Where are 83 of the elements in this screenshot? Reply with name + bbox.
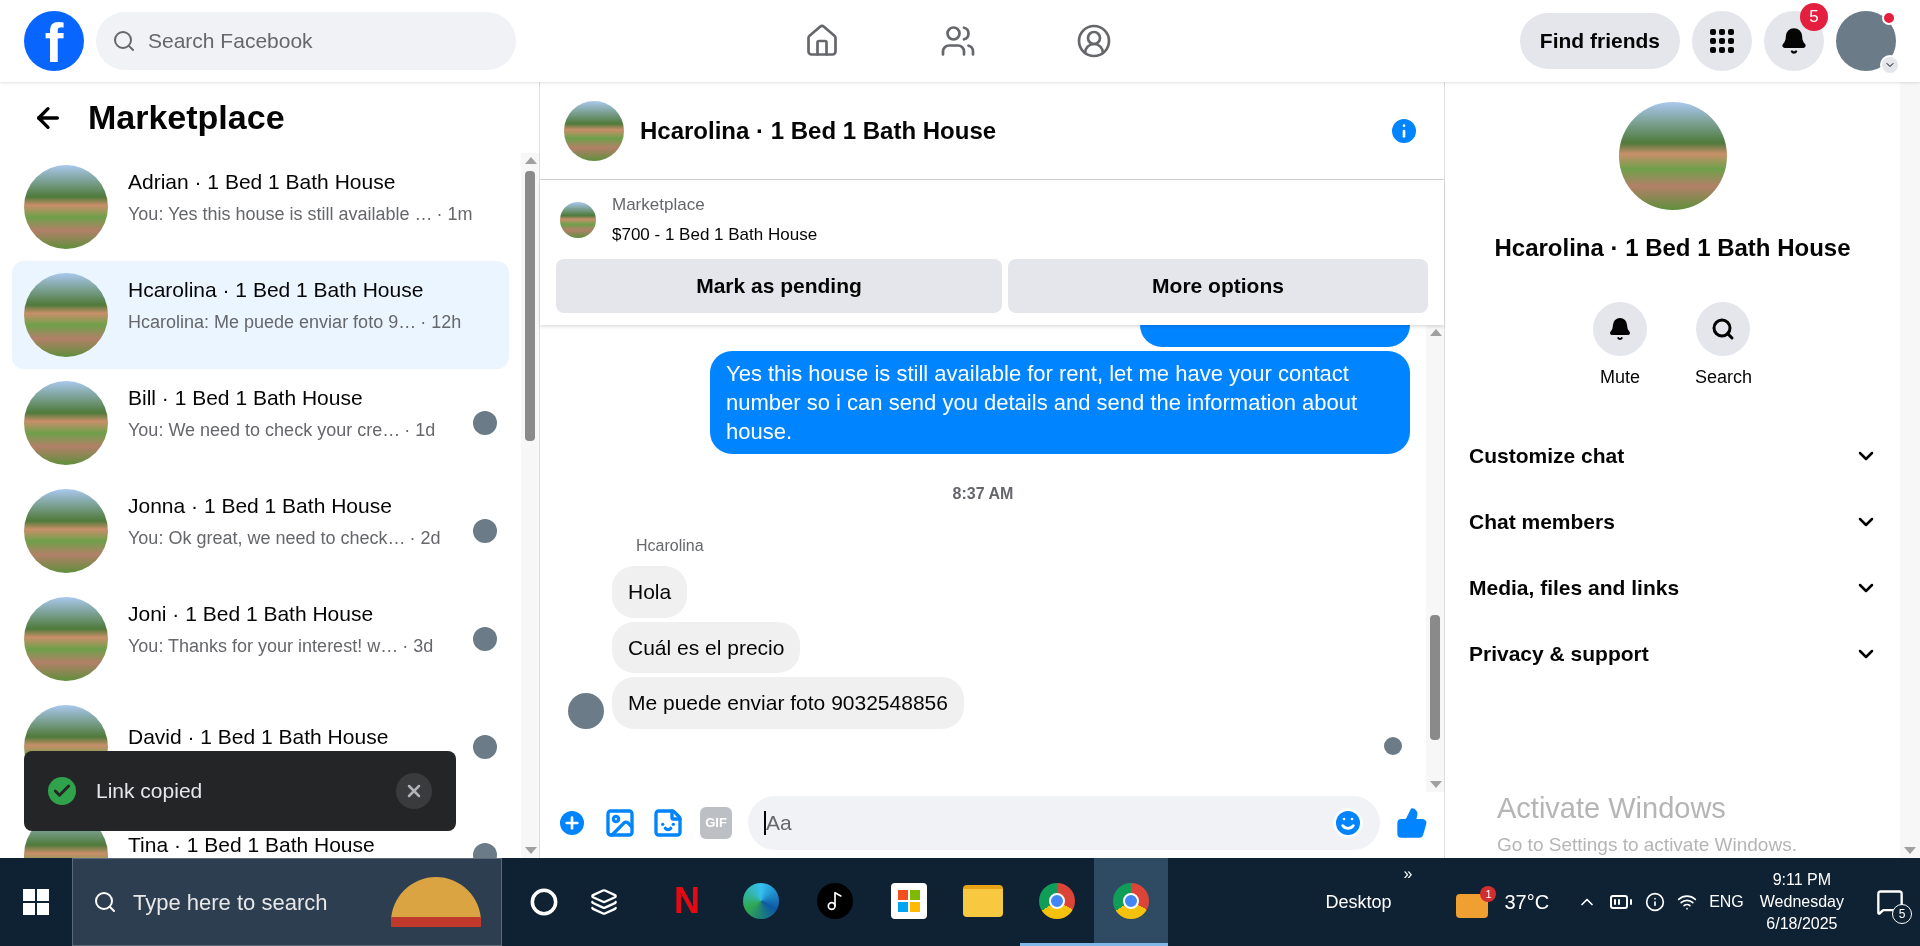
profile-avatar: [1836, 11, 1896, 71]
chat-bubble-icon: [1876, 888, 1904, 916]
task-view-icon[interactable]: [590, 888, 618, 916]
message-time: · 12h: [420, 311, 462, 335]
message-bubble: Me puede enviar foto 9032548856: [612, 677, 964, 729]
store-app-icon[interactable]: [891, 882, 927, 919]
chat-title: Hcarolina · 1 Bed 1 Bath House: [640, 115, 998, 146]
close-button[interactable]: [396, 773, 432, 809]
sticker-icon[interactable]: [652, 807, 684, 839]
caret-icon[interactable]: [1880, 55, 1900, 75]
windows-logo-icon: [23, 889, 49, 915]
taskbar-search-field[interactable]: Type here to search: [72, 858, 502, 946]
edge-app-icon[interactable]: [743, 882, 779, 919]
message-bubble: Hola: [612, 566, 688, 618]
sender-name: Hcarolina: [636, 536, 705, 556]
find-friends-button[interactable]: Find friends: [1519, 13, 1680, 69]
conversation-item[interactable]: Hcarolina · 1 Bed 1 Bath House Hcarolina: Me puede enviar foto 9… · 12h: [12, 261, 509, 369]
search-field[interactable]: Search Facebook: [96, 12, 516, 70]
chat-name: Hcarolina · 1 Bed 1 Bath House: [1494, 233, 1851, 263]
listing-thumbnail: [560, 201, 596, 238]
timestamp: 8:37 AM: [952, 484, 1014, 504]
seen-avatar: [1384, 736, 1402, 755]
chrome-app-icon[interactable]: [1039, 882, 1075, 919]
bell-icon: [1607, 317, 1632, 341]
activation-title: Activate Windows: [1497, 791, 1727, 826]
conversation-title: Jonna · 1 Bed 1 Bath House: [128, 492, 393, 519]
language-indicator[interactable]: ENG: [1709, 890, 1744, 914]
message-time: · 2d: [409, 527, 441, 551]
accordion-item[interactable]: Customize chat: [1445, 423, 1900, 489]
message-time: · 3d: [402, 635, 434, 659]
notification-center-button[interactable]: 5: [1868, 880, 1912, 924]
emoji-icon[interactable]: [1332, 807, 1364, 839]
conversation-title: David · 1 Bed 1 Bath House: [128, 724, 390, 751]
conversation-title: Joni · 1 Bed 1 Bath House: [128, 600, 375, 627]
scrollbar[interactable]: [1900, 82, 1920, 858]
message-preview: Hcarolina: Me puede enviar foto 9…: [128, 311, 417, 335]
message-input[interactable]: Aa: [748, 796, 1380, 850]
menu-button[interactable]: [1692, 11, 1752, 71]
listing-action-button[interactable]: Mark as pending: [556, 259, 1002, 313]
search-icon: [93, 890, 117, 914]
notification-badge: 5: [1800, 3, 1828, 31]
accordion-item[interactable]: Media, files and links: [1445, 555, 1900, 621]
weather-badge: 1: [1480, 886, 1497, 902]
folder-app-icon[interactable]: [963, 884, 1003, 917]
message-preview: You: Thanks for your interest! w…: [128, 635, 399, 659]
listing-label: Marketplace: [612, 194, 706, 216]
groups-icon[interactable]: [1075, 23, 1112, 59]
message-bubble: Cuál es el precio: [612, 621, 801, 673]
message-preview: You: Yes this house is still available …: [128, 203, 433, 227]
success-check-icon: [48, 777, 76, 805]
accordion-item[interactable]: Privacy & support: [1445, 621, 1900, 687]
conversation-title: Bill · 1 Bed 1 Bath House: [128, 384, 364, 411]
message-preview: You: We need to check your cre…: [128, 419, 401, 443]
notification-badge: 5: [1892, 904, 1912, 924]
search-icon: [112, 29, 136, 53]
message-time: · 1m: [436, 203, 473, 227]
scrollbar[interactable]: [521, 153, 539, 858]
conversation-title: Adrian · 1 Bed 1 Bath House: [128, 168, 397, 195]
chrome-app-icon[interactable]: [1113, 882, 1149, 919]
weather-widget[interactable]: 1 37°C: [1452, 882, 1554, 922]
search-icon: [1711, 317, 1736, 341]
scrollbar[interactable]: [1426, 325, 1444, 792]
like-icon[interactable]: [1396, 807, 1428, 839]
conversation-title: Tina · 1 Bed 1 Bath House: [128, 832, 376, 858]
sidebar-title: Marketplace: [88, 97, 285, 138]
message-preview: You: Ok great, we need to check…: [128, 527, 406, 551]
accordion-item[interactable]: Chat members: [1445, 489, 1900, 555]
cortana-icon[interactable]: [530, 888, 558, 916]
photo-icon[interactable]: [604, 807, 636, 839]
activation-text: Go to Settings to activate Windows.: [1497, 832, 1798, 857]
friends-icon[interactable]: [939, 23, 976, 59]
message-bubble: Yes this house is still available for rent, let me have your contact number so i can send you details and send the information about house.: [710, 351, 1410, 454]
wifi-icon[interactable]: [1677, 892, 1698, 912]
listing-name: $700 - 1 Bed 1 Bath House: [612, 223, 818, 246]
tiktok-app-icon[interactable]: [817, 882, 853, 919]
clock[interactable]: 9:11 PM Wednesday 6/18/2025: [1759, 869, 1844, 935]
conversation-title: Hcarolina · 1 Bed 1 Bath House: [128, 276, 425, 303]
facebook-logo[interactable]: f: [24, 11, 84, 71]
desktop-toolbar-label[interactable]: Desktop: [1325, 888, 1392, 916]
toolbar-overflow[interactable]: »: [1403, 862, 1413, 886]
listing-action-button[interactable]: More options: [1008, 259, 1428, 313]
message-time: · 1d: [404, 419, 436, 443]
bell-icon: [1780, 27, 1808, 55]
